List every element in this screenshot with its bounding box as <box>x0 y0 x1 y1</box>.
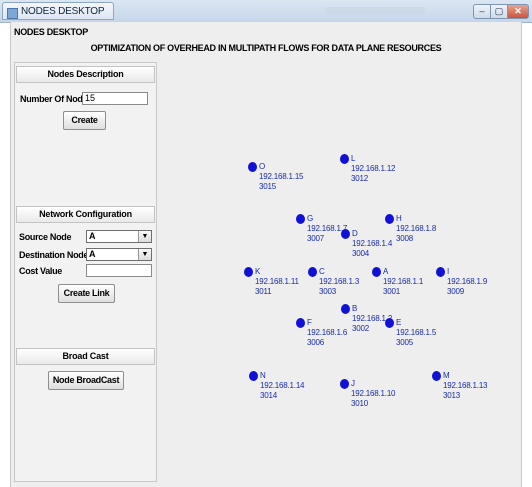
window-title: NODES DESKTOP <box>21 6 105 17</box>
nodes-description-header: Nodes Description <box>16 66 155 83</box>
number-of-nodes-input[interactable]: 15 <box>82 92 148 105</box>
source-node-label: Source Node <box>19 232 72 242</box>
node-ip: 192.168.1.14 <box>260 381 305 390</box>
node-port: 3002 <box>352 324 369 333</box>
node-port: 3010 <box>351 399 368 408</box>
source-node-select[interactable]: A ▼ <box>86 230 152 243</box>
window-titlebar: NODES DESKTOP – ▢ ✕ <box>0 0 532 23</box>
node-ip: 192.168.1.10 <box>351 389 396 398</box>
node-dot-icon <box>340 379 349 389</box>
node-ip: 192.168.1.1 <box>383 277 424 286</box>
chevron-down-icon[interactable]: ▼ <box>138 231 151 242</box>
frame-label: NODES DESKTOP <box>14 27 88 37</box>
blurred-window-caption <box>325 7 425 14</box>
close-button[interactable]: ✕ <box>507 4 529 19</box>
node-ip: 192.168.1.13 <box>443 381 488 390</box>
node-port: 3005 <box>396 338 413 347</box>
node-name: G <box>307 214 314 223</box>
node-name: K <box>255 267 261 276</box>
node-name: N <box>260 371 266 380</box>
node-broadcast-button[interactable]: Node BroadCast <box>48 371 124 390</box>
node-ip: 192.168.1.8 <box>396 224 437 233</box>
node-ip: 192.168.1.9 <box>447 277 488 286</box>
node-ip: 192.168.1.5 <box>396 328 437 337</box>
node-dot-icon <box>385 318 394 328</box>
node-name: A <box>383 267 389 276</box>
node-dot-icon <box>432 371 441 381</box>
node-dot-icon <box>341 304 350 314</box>
node-ip: 192.168.1.3 <box>319 277 360 286</box>
destination-node-label: Destination Node <box>19 250 89 260</box>
node-port: 3015 <box>259 182 276 191</box>
node-dot-icon <box>248 162 257 172</box>
cost-value-input[interactable] <box>86 264 152 277</box>
app-icon <box>7 8 18 19</box>
node-port: 3003 <box>319 287 336 296</box>
node-name: H <box>396 214 402 223</box>
node-ip: 192.168.1.4 <box>352 239 393 248</box>
node-ip: 192.168.1.12 <box>351 164 396 173</box>
node-dot-icon <box>385 214 394 224</box>
source-node-value: A <box>89 231 96 241</box>
node-port: 3012 <box>351 174 368 183</box>
node-port: 3011 <box>255 287 272 296</box>
node-ip: 192.168.1.6 <box>307 328 348 337</box>
create-button[interactable]: Create <box>63 111 106 130</box>
node-ip: 192.168.1.15 <box>259 172 304 181</box>
node-port: 3008 <box>396 234 413 243</box>
node-dot-icon <box>372 267 381 277</box>
node-name: C <box>319 267 325 276</box>
minimize-button[interactable]: – <box>473 4 491 19</box>
node-port: 3009 <box>447 287 464 296</box>
node-name: E <box>396 318 402 327</box>
node-name: I <box>447 267 450 276</box>
window-title-tab[interactable]: NODES DESKTOP <box>2 2 114 20</box>
node-name: O <box>259 162 266 171</box>
node-port: 3007 <box>307 234 324 243</box>
node-port: 3004 <box>352 249 369 258</box>
node-name: B <box>352 304 358 313</box>
page-heading: OPTIMIZATION OF OVERHEAD IN MULTIPATH FL… <box>90 43 442 53</box>
broadcast-header: Broad Cast <box>16 348 155 365</box>
node-dot-icon <box>296 214 305 224</box>
node-ip: 192.168.1.11 <box>255 277 299 286</box>
maximize-button[interactable]: ▢ <box>490 4 508 19</box>
destination-node-value: A <box>89 249 96 259</box>
node-dot-icon <box>308 267 317 277</box>
node-port: 3001 <box>383 287 400 296</box>
chevron-down-icon[interactable]: ▼ <box>138 249 151 260</box>
node-name: D <box>352 229 358 238</box>
node-name: J <box>351 379 355 388</box>
node-dot-icon <box>436 267 445 277</box>
node-port: 3013 <box>443 391 460 400</box>
node-dot-icon <box>341 229 350 239</box>
node-port: 3006 <box>307 338 324 347</box>
node-name: M <box>443 371 450 380</box>
node-port: 3014 <box>260 391 277 400</box>
node-dot-icon <box>249 371 258 381</box>
node-dot-icon <box>340 154 349 164</box>
node-dot-icon <box>244 267 253 277</box>
node-name: F <box>307 318 312 327</box>
node-name: L <box>351 154 356 163</box>
cost-value-label: Cost Value <box>19 266 63 276</box>
destination-node-select[interactable]: A ▼ <box>86 248 152 261</box>
node-dot-icon <box>296 318 305 328</box>
create-link-button[interactable]: Create Link <box>58 284 115 303</box>
network-configuration-header: Network Configuration <box>16 206 155 223</box>
